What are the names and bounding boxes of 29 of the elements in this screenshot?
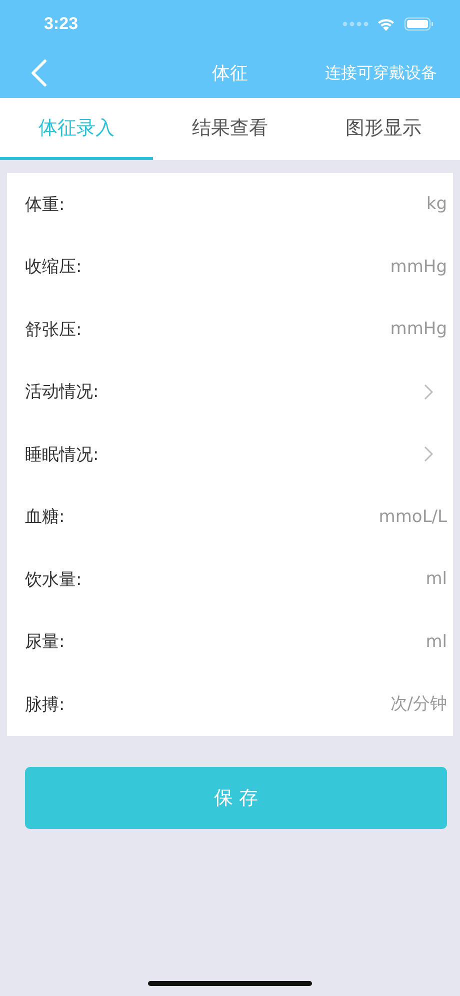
field-label: 舒张压: [25, 318, 82, 341]
field-label: 脉搏: [25, 694, 65, 716]
chevron-icon[interactable] [424, 384, 433, 400]
field-label: 饮水量: [25, 568, 82, 591]
input-field[interactable]: ml [247, 632, 447, 652]
battery-icon [404, 17, 434, 31]
wifi-icon [376, 16, 396, 32]
input-field[interactable]: 次/分钟 [247, 694, 447, 714]
field-label: 活动情况: [25, 381, 99, 404]
connect-wearable-button[interactable]: 连接可穿戴设备 [325, 62, 437, 84]
field-label: 体重: [25, 194, 65, 216]
chevron-icon[interactable] [424, 446, 433, 462]
input-field[interactable]: kg [247, 194, 447, 214]
input-field[interactable]: mmHg [247, 256, 447, 277]
input-field[interactable]: ml [247, 569, 447, 590]
field-label: 尿量: [25, 631, 65, 654]
field-label: 睡眠情况: [25, 444, 99, 466]
signal-icon [342, 21, 370, 27]
save-button[interactable]: 保 存 [25, 766, 447, 828]
tab[interactable]: 图形显示 [306, 98, 460, 160]
status-time: 3:23 [44, 14, 80, 34]
field-label: 血糖: [25, 506, 65, 528]
tab[interactable]: 体征录入 [0, 98, 154, 160]
input-field[interactable]: mmHg [247, 319, 447, 340]
input-field[interactable]: mmoL/L [247, 506, 447, 527]
tab[interactable]: 结果查看 [153, 98, 307, 160]
page-title: 体征 [212, 62, 248, 85]
field-label: 收缩压: [25, 256, 82, 278]
back-icon[interactable] [30, 59, 48, 87]
